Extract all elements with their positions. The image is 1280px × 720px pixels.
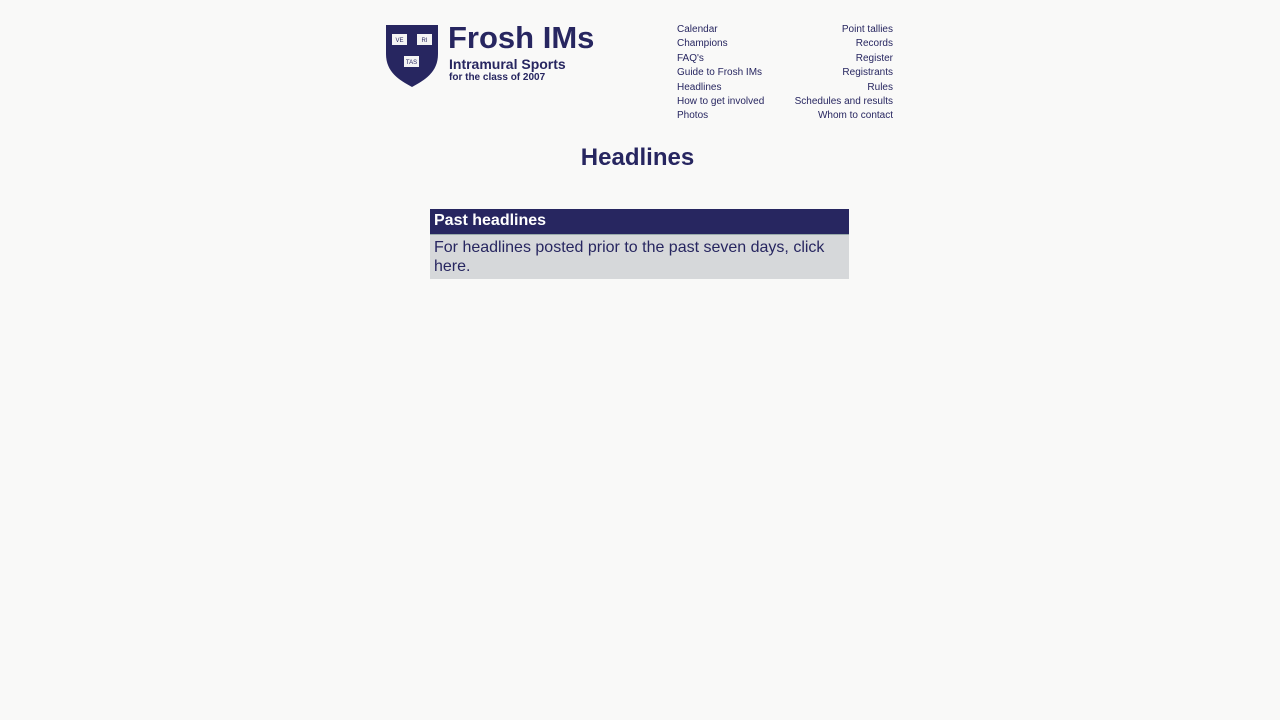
nav-link-guide[interactable]: Guide to Frosh IMs xyxy=(677,66,764,80)
nav-link-schedules[interactable]: Schedules and results xyxy=(795,95,893,109)
nav-link-records[interactable]: Records xyxy=(795,37,893,51)
nav-link-calendar[interactable]: Calendar xyxy=(677,23,764,37)
nav-right: Point tallies Records Register Registran… xyxy=(795,23,893,124)
nav-link-point-tallies[interactable]: Point tallies xyxy=(795,23,893,37)
nav-link-register[interactable]: Register xyxy=(795,52,893,66)
nav-link-champions[interactable]: Champions xyxy=(677,37,764,51)
nav-link-rules[interactable]: Rules xyxy=(795,81,893,95)
nav-link-get-involved[interactable]: How to get involved xyxy=(677,95,764,109)
svg-text:VE: VE xyxy=(395,38,403,44)
nav-left: Calendar Champions FAQ's Guide to Frosh … xyxy=(677,23,764,124)
site-subtitle: Intramural Sports xyxy=(449,56,566,72)
site-tagline: for the class of 2007 xyxy=(449,72,546,83)
nav-link-contact[interactable]: Whom to contact xyxy=(795,109,893,123)
nav-link-registrants[interactable]: Registrants xyxy=(795,66,893,80)
svg-text:TAS: TAS xyxy=(406,60,417,66)
past-headlines-box: Past headlines For headlines posted prio… xyxy=(430,209,849,279)
nav-link-photos[interactable]: Photos xyxy=(677,109,764,123)
box-heading: Past headlines xyxy=(430,209,849,235)
svg-text:RI: RI xyxy=(422,38,428,44)
nav-link-headlines[interactable]: Headlines xyxy=(677,81,764,95)
site-logo[interactable]: VE RI TAS Frosh IMs Intramural Sports fo… xyxy=(385,20,625,88)
nav-link-faqs[interactable]: FAQ's xyxy=(677,52,764,66)
shield-icon: VE RI TAS xyxy=(386,25,438,87)
page-title: Headlines xyxy=(580,144,695,171)
past-headlines-link[interactable]: here. xyxy=(434,258,470,275)
site-title: Frosh IMs xyxy=(448,20,595,55)
box-text: For headlines posted prior to the past s… xyxy=(434,239,825,256)
box-body: For headlines posted prior to the past s… xyxy=(430,235,849,279)
